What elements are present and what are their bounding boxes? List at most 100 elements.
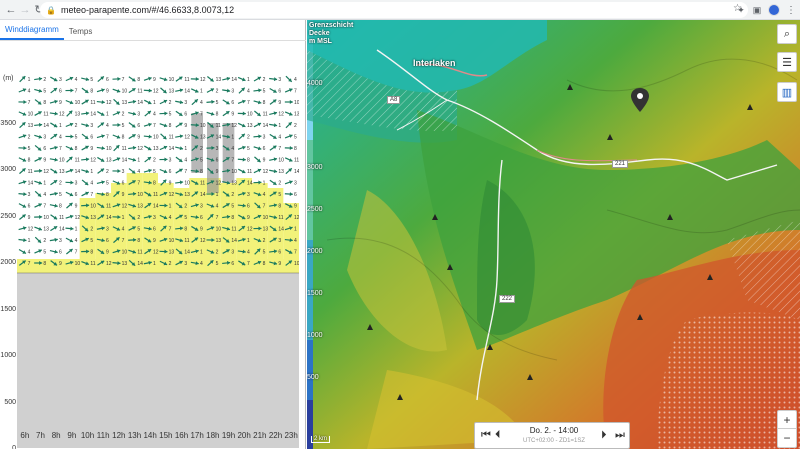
wind-arrow [269,87,277,94]
wind-speed-label: 3 [294,181,297,187]
wind-speed-label: 3 [231,250,234,256]
wind-speed-label: 5 [200,158,203,164]
wind-arrow [49,203,58,208]
wind-arrow [34,76,43,81]
prev-step-icon[interactable]: ⏴ [495,429,501,442]
last-step-icon[interactable]: ⏭ [615,429,625,442]
wind-arrow [143,134,152,139]
wind-speed-label: 4 [263,192,266,198]
wind-speed-label: 14 [106,215,112,221]
wind-speed-label: 5 [263,250,266,256]
forward-arrow-icon[interactable]: → [18,0,32,20]
wind-speed-label: 10 [263,215,269,221]
wind-speed-label: 11 [90,100,95,106]
avatar[interactable] [768,4,780,16]
wind-speed-label: 13 [184,192,190,198]
map-legend-title: Grenzschicht Decke m MSL [309,22,354,45]
wind-speed-label: 5 [278,192,281,198]
altitude-tick-label: 1000 [0,352,16,359]
menu-kebab-icon[interactable]: ⋮ [786,5,796,16]
wind-arrow [144,156,152,163]
wind-speed-label: 8 [263,100,266,106]
wind-speed-label: 5 [43,250,46,256]
wind-speed-label: 2 [278,181,281,187]
hour-tick-label: 11h [96,431,110,440]
search-icon[interactable]: ⌕ [777,24,797,44]
wind-speed-label: 7 [169,227,172,233]
wind-speed-label: 4 [200,261,203,267]
wind-arrow [34,122,43,127]
wind-speed-label: 13 [200,135,206,141]
wind-speed-label: 2 [43,77,46,83]
wind-speed-label: 8 [216,112,219,118]
wind-diagram[interactable]: (m) 3500 3000 2500 2000 1500 1000 500 0 1 4 7 10 13… [0,43,306,449]
wind-arrow [254,156,261,163]
first-step-icon[interactable]: ⏮ [481,429,491,442]
wind-speed-label: 11 [75,158,80,164]
settings-sliders-icon[interactable]: ☰ [777,52,797,72]
wind-arrow [97,111,105,116]
back-arrow-icon[interactable]: ← [4,0,18,20]
wind-speed-label: 7 [184,169,187,175]
wind-arrow [18,111,27,116]
next-step-icon[interactable]: ⏵ [601,429,607,442]
wind-speed-label: 2 [43,238,46,244]
wind-speed-label: 12 [200,238,206,244]
address-bar[interactable]: 🔒 meteo-parapente.com/#/46.6633,8.0073,1… [40,2,748,18]
wind-speed-label: 9 [106,89,109,95]
wind-speed-label: 9 [106,250,109,256]
wind-arrow [222,88,231,93]
terrain-map[interactable] [307,20,800,449]
wind-speed-label: 6 [59,250,62,256]
wind-speed-label: 3 [90,123,93,129]
chart-icon[interactable]: ▥ [777,82,797,102]
wind-speed-label: 8 [247,158,250,164]
hour-tick-label: 21h [253,431,267,440]
wind-speed-label: 8 [231,215,234,221]
wind-speed-label: 4 [231,146,234,152]
zoom-in-button[interactable]: + [778,411,796,429]
sync-icon[interactable]: ▣ [752,5,762,15]
wind-arrow [175,88,184,93]
wind-arrow [128,111,137,116]
wind-speed-label: 8 [90,250,93,256]
hour-tick-label: 13h [127,431,142,440]
wind-speed-label: 2 [59,181,62,187]
wind-speed-label: 1 [137,158,140,164]
wind-arrow [175,168,183,174]
altitude-tick-label: 500 [4,399,16,406]
wind-speed-label: 12 [216,181,222,187]
wind-arrow [128,76,136,82]
wind-speed-label: 6 [137,123,140,129]
wind-speed-label: 4 [137,169,140,175]
tab-winddiagramm[interactable]: Winddiagramm [0,25,64,40]
wind-speed-label: 4 [90,181,93,187]
hour-tick-label: 20h [237,431,251,440]
wind-arrow [18,248,27,255]
wind-plot[interactable]: 1471013258111436912147258111436912147101… [17,73,299,448]
wind-arrow [128,122,136,128]
wind-speed-label: 12 [137,146,143,152]
wind-arrow [269,133,277,140]
wind-speed-label: 2 [200,146,203,152]
wind-speed-label: 14 [184,250,190,256]
wind-arrow [112,122,121,127]
wind-speed-label: 3 [153,215,156,221]
map-view[interactable]: Grenzschicht Decke m MSL 4000 3000 2500 … [307,20,800,449]
wind-speed-label: 5 [90,77,93,83]
wind-speed-label: 11 [231,227,236,233]
wind-speed-label: 8 [59,204,62,210]
wind-speed-label: 4 [294,238,297,244]
extensions-icon[interactable]: ✦ [736,5,746,15]
wind-speed-label: 9 [169,181,172,187]
hour-tick-label: 16h [174,431,189,440]
browser-toolbar: ← → ↻ 🔒 meteo-parapente.com/#/46.6633,8.… [0,0,800,20]
wind-speed-label: 4 [169,215,172,221]
wind-arrow [175,110,183,117]
wind-arrow [34,203,43,208]
wind-speed-label: 2 [184,204,187,210]
cloud-bar [191,113,203,173]
wind-speed-label: 4 [247,250,250,256]
zoom-out-button[interactable]: − [778,429,796,447]
tab-temps[interactable]: Temps [64,27,98,40]
